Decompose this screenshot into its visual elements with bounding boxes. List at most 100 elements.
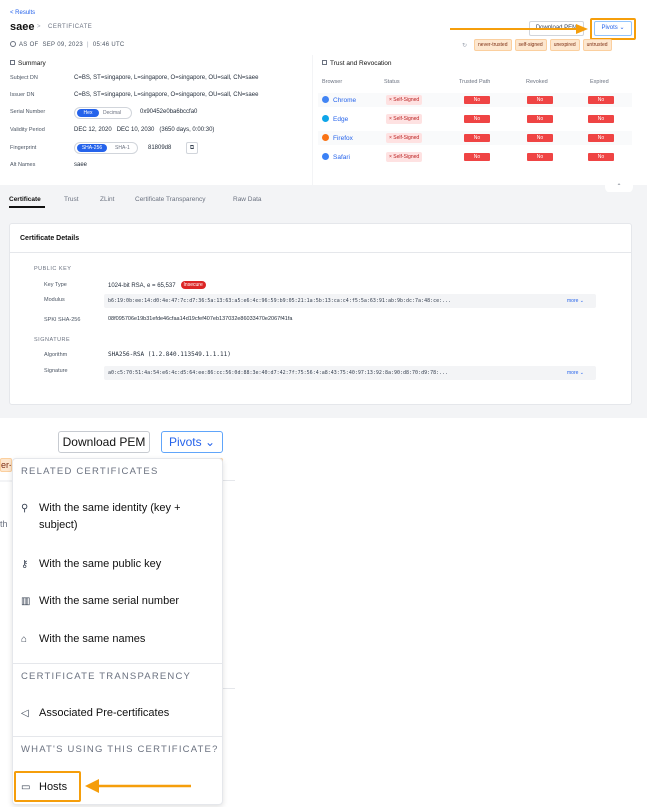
tag-never-trusted[interactable]: never-trusted: [474, 39, 512, 51]
menu-item-same-names[interactable]: ⌂ With the same names: [21, 631, 216, 648]
validity-period-value: DEC 12, 2020 DEC 10, 2030 (3650 days, 0:…: [74, 127, 215, 133]
table-row: Safari × Self-Signed No No No: [318, 150, 632, 164]
divider: [9, 252, 632, 253]
key-icon: ⚷: [21, 559, 29, 570]
safari-icon: [322, 153, 329, 160]
sha256-option[interactable]: SHA-256: [77, 144, 107, 152]
tab-trust[interactable]: Trust: [64, 196, 79, 203]
background-strip: [223, 480, 235, 481]
certificate-details-title: Certificate Details: [20, 235, 80, 242]
modulus-block: b6:19:0b:ee:14:d0:4e:47:7c:d7:36:5a:13:6…: [104, 294, 596, 308]
hex-option[interactable]: Hex: [77, 109, 99, 117]
pivots-button-zoomed[interactable]: Pivots ⌄: [161, 431, 223, 453]
browser-link[interactable]: Firefox: [322, 134, 353, 142]
active-tab-underline: [9, 206, 45, 208]
annotation-arrow-icon: [450, 24, 588, 34]
serial-format-toggle[interactable]: Hex Decimal: [74, 107, 132, 119]
whats-using-heading: WHAT'S USING THIS CERTIFICATE?: [21, 744, 219, 755]
background-strip: [0, 480, 12, 482]
modulus-label: Modulus: [44, 297, 65, 303]
table-row: Chrome × Self-Signed No No No: [318, 93, 632, 107]
firefox-icon: [322, 134, 329, 141]
column-header: Revoked: [526, 79, 548, 85]
table-row: Edge × Self-Signed No No No: [318, 112, 632, 126]
algorithm-label: Algorithm: [44, 352, 68, 358]
tab-bar: [0, 192, 647, 208]
tag-list: ↻ never-trusted self-signed unexpired un…: [462, 39, 612, 51]
trusted-path-badge: No: [464, 134, 490, 142]
fingerprint-format-toggle[interactable]: SHA-256 SHA-1: [74, 142, 138, 154]
summary-label: Validity Period: [10, 127, 45, 133]
revoked-badge: No: [527, 134, 553, 142]
key-type-label: Key Type: [44, 282, 67, 288]
column-header: Expired: [590, 79, 609, 85]
chrome-icon: [322, 96, 329, 103]
trusted-path-badge: No: [464, 115, 490, 123]
revoked-badge: No: [527, 153, 553, 161]
shield-icon: [322, 60, 327, 65]
megaphone-icon: ◁: [21, 708, 29, 719]
as-of-timestamp: AS OF SEP 09, 2023 | 05:46 UTC: [10, 41, 125, 48]
tag-unexpired[interactable]: unexpired: [549, 39, 580, 51]
tab-zlint[interactable]: ZLint: [100, 196, 114, 203]
copy-icon[interactable]: ⧉: [186, 142, 198, 154]
trusted-path-badge: No: [464, 153, 490, 161]
status-badge: × Self-Signed: [386, 95, 423, 105]
expired-badge: No: [588, 153, 614, 161]
summary-label: Serial Number: [10, 109, 46, 115]
pivots-highlight-box: [590, 18, 636, 40]
expired-badge: No: [588, 96, 614, 104]
signature-heading: SIGNATURE: [34, 337, 71, 343]
browser-link[interactable]: Edge: [322, 115, 348, 123]
menu-item-same-identity[interactable]: ⚲ With the same identity (key + subject): [21, 500, 216, 534]
signature-label: Signature: [44, 368, 68, 374]
certificate-transparency-heading: CERTIFICATE TRANSPARENCY: [21, 671, 192, 682]
summary-label: Issuer DN: [10, 92, 35, 98]
insecure-badge: Insecure: [180, 281, 206, 289]
page-title: saee: [10, 21, 35, 33]
background-tag: er-t: [0, 458, 12, 472]
user-key-icon: ⚲: [21, 503, 29, 514]
download-pem-button-zoomed[interactable]: Download PEM: [58, 431, 150, 453]
revoked-badge: No: [527, 115, 553, 123]
expired-badge: No: [588, 134, 614, 142]
spki-value: 08f095706e19b31efde46cfaa14d19cfef407eb1…: [108, 316, 293, 322]
breadcrumb: CERTIFICATE: [48, 24, 93, 30]
sha1-option[interactable]: SHA-1: [115, 144, 130, 152]
tab-certificate[interactable]: Certificate: [9, 196, 41, 203]
signature-more-button[interactable]: more ⌄: [567, 370, 584, 376]
issuer-dn-value: C=BS, ST=singapore, L=singapore, O=singa…: [74, 92, 259, 98]
breadcrumb-separator: >: [37, 24, 41, 30]
tag-untrusted[interactable]: untrusted: [582, 39, 612, 51]
subject-dn-value: C=BS, ST=singapore, L=singapore, O=singa…: [74, 75, 259, 81]
tag-self-signed[interactable]: self-signed: [514, 39, 547, 51]
back-to-results-link[interactable]: < Results: [10, 10, 35, 16]
modulus-more-button[interactable]: more ⌄: [567, 298, 584, 304]
related-certificates-heading: RELATED CERTIFICATES: [21, 466, 159, 477]
decimal-option[interactable]: Decimal: [103, 109, 121, 117]
signature-value: a0:c5:70:51:4a:54:e6:4c:d5:64:ee:86:cc:5…: [108, 370, 449, 376]
algorithm-value: SHA256-RSA (1.2.840.113549.1.1.11): [108, 351, 231, 358]
summary-title: Summary: [10, 60, 46, 67]
background-strip: [223, 688, 235, 689]
building-icon: ⌂: [21, 634, 28, 645]
tab-certificate-transparency[interactable]: Certificate Transparency: [135, 196, 205, 203]
edge-icon: [322, 115, 329, 122]
refresh-icon: ↻: [462, 42, 468, 49]
summary-label: Subject DN: [10, 75, 38, 81]
menu-item-same-serial[interactable]: ▥ With the same serial number: [21, 593, 216, 610]
menu-item-pre-certificates[interactable]: ◁ Associated Pre-certificates: [21, 705, 216, 722]
column-header: Status: [384, 79, 400, 85]
summary-icon: [10, 60, 15, 65]
menu-item-same-public-key[interactable]: ⚷ With the same public key: [21, 556, 216, 573]
modulus-value: b6:19:0b:ee:14:d0:4e:47:7c:d7:36:5a:13:6…: [108, 298, 452, 304]
key-type-value: 1024-bit RSA, e = 65,537 Insecure: [108, 281, 206, 289]
summary-label: Alt Names: [10, 162, 36, 168]
menu-divider: [13, 736, 222, 737]
spki-label: SPKI SHA-256: [44, 317, 81, 323]
barcode-icon: ▥: [21, 596, 31, 607]
tab-raw-data[interactable]: Raw Data: [233, 196, 262, 203]
browser-link[interactable]: Safari: [322, 153, 350, 161]
signature-block: a0:c5:70:51:4a:54:e6:4c:d5:64:ee:86:cc:5…: [104, 366, 596, 380]
browser-link[interactable]: Chrome: [322, 96, 356, 104]
